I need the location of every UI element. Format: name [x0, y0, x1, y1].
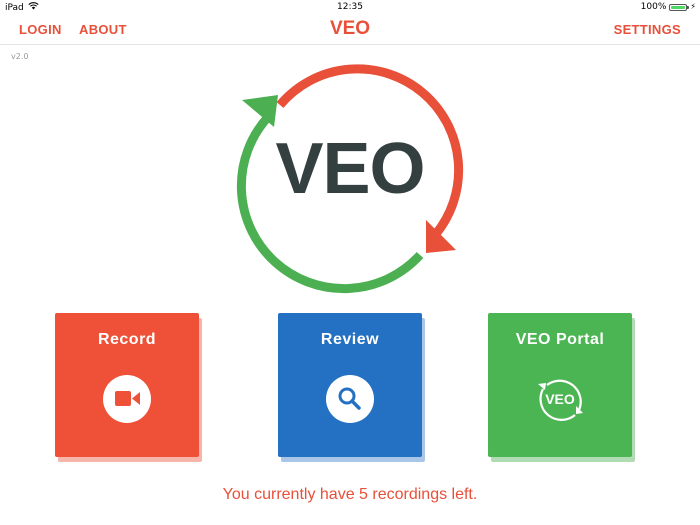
battery-icon [669, 3, 690, 11]
version-label: v2.0 [11, 52, 29, 61]
status-bar: iPad 12:35 100% ⚡ [0, 0, 700, 14]
veo-icon-text: VEO [545, 391, 575, 407]
recordings-left-message: You currently have 5 recordings left. [222, 486, 478, 503]
battery-percent: 100% [640, 2, 667, 12]
nav-bar: LOGIN ABOUT VEO SETTINGS [0, 14, 700, 45]
record-label: Record [97, 331, 157, 348]
magnifier-icon [326, 375, 374, 423]
veo-portal-button[interactable]: VEO Portal VEO [488, 313, 632, 457]
settings-button[interactable]: SETTINGS [614, 22, 681, 37]
status-time: 12:35 [337, 2, 363, 12]
veo-portal-label: VEO Portal [515, 331, 605, 348]
record-button[interactable]: Record [55, 313, 199, 457]
veo-logo: VEO [230, 55, 470, 295]
charging-icon: ⚡ [690, 2, 696, 11]
veo-logo-icon: VEO [534, 373, 586, 425]
video-camera-icon [103, 375, 151, 423]
page-title: VEO [329, 18, 371, 39]
review-label: Review [320, 331, 380, 348]
review-button[interactable]: Review [278, 313, 422, 457]
logo-text: VEO [275, 129, 425, 209]
